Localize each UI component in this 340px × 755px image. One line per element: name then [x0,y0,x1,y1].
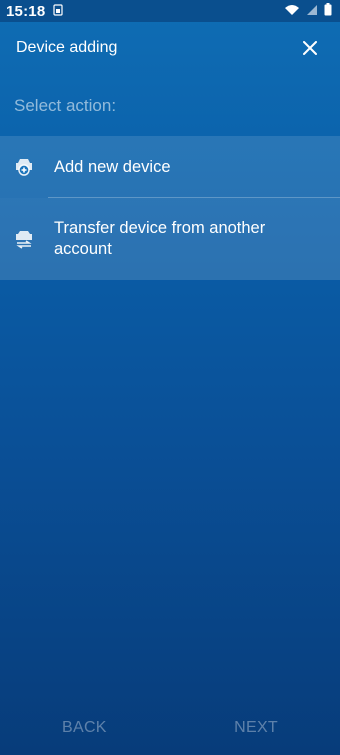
bottom-bar: BACK NEXT [0,700,340,755]
action-label: Transfer device from another account [54,219,266,258]
action-list: Add new device Transfer device from anot… [0,136,340,280]
battery-icon [324,2,332,20]
car-transfer-icon [14,229,34,249]
action-transfer-device[interactable]: Transfer device from another account [0,198,340,280]
status-time: 15:18 [6,2,46,20]
wifi-icon [284,3,300,20]
back-button[interactable]: BACK [62,719,107,737]
status-left: 15:18 [6,3,63,20]
page-title: Device adding [16,39,118,56]
action-label: Add new device [54,157,171,176]
status-right [284,2,332,20]
action-add-new-device[interactable]: Add new device [0,136,340,198]
close-icon [303,41,317,55]
close-button[interactable] [296,34,324,62]
section-label: Select action: [14,96,117,115]
app-bar: Device adding [0,22,340,74]
signal-icon [306,3,318,20]
status-bar: 15:18 [0,0,340,22]
car-add-icon [14,157,34,177]
next-button[interactable]: NEXT [234,719,278,737]
sim-icon [53,3,63,20]
